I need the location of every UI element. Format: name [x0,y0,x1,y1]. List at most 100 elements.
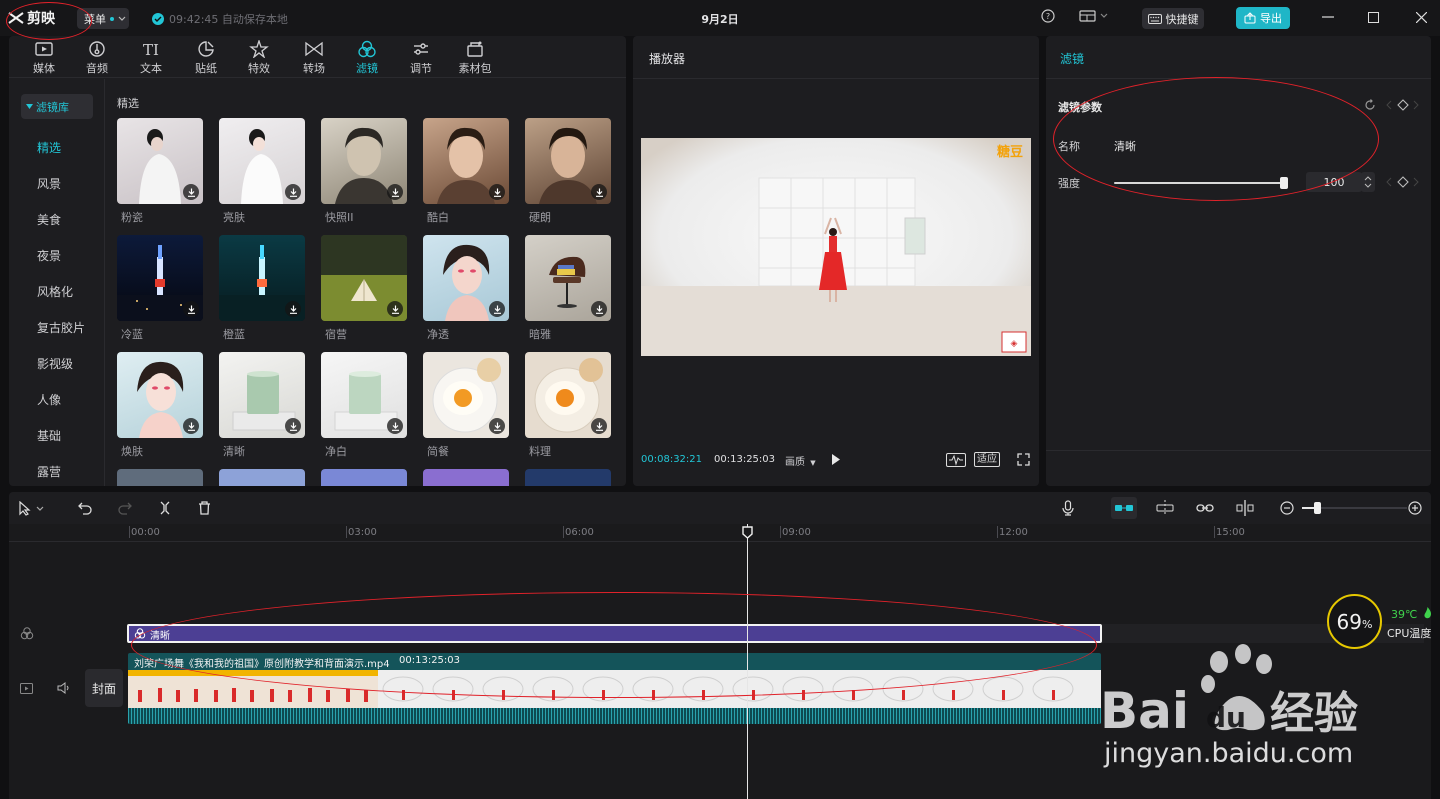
tab-effects[interactable]: 特效 [239,40,279,76]
filter-library-header[interactable]: 滤镜库 [21,94,93,119]
maximize-icon[interactable] [1368,12,1379,23]
download-icon[interactable] [183,184,199,200]
filter-thumbnail[interactable] [423,118,509,204]
next-keyframe-icon[interactable] [1413,177,1419,187]
download-icon[interactable] [387,418,403,434]
zoom-slider-knob[interactable] [1314,502,1321,514]
divider [1046,450,1431,451]
help-icon[interactable]: ? [1041,9,1055,23]
select-tool-icon[interactable] [18,501,48,516]
category-item[interactable]: 美食 [37,211,61,228]
tab-label: 调节 [410,62,432,75]
filter-thumbnail[interactable] [117,235,203,321]
download-icon[interactable] [285,184,301,200]
filter-thumbnail[interactable] [219,235,305,321]
tab-package[interactable]: 素材包 [455,40,495,76]
filter-thumbnail[interactable] [525,235,611,321]
layout-icon[interactable] [1079,9,1109,23]
filter-thumbnail[interactable] [219,352,305,438]
divider [633,78,1039,79]
filter-thumbnail[interactable] [117,352,203,438]
tab-audio[interactable]: 音频 [77,40,117,76]
tab-label: 特效 [248,62,270,75]
filter-thumbnail[interactable] [219,118,305,204]
filter-thumbnail[interactable] [219,469,305,486]
tab-sticker[interactable]: 贴纸 [186,40,226,76]
filter-thumbnail[interactable] [423,235,509,321]
keyframe-icon[interactable] [1397,176,1409,188]
filter-name: 亮肤 [223,211,245,224]
playhead-handle[interactable] [742,526,753,539]
microphone-icon[interactable] [1062,500,1074,516]
close-icon[interactable] [1416,12,1427,23]
undo-icon[interactable] [78,501,92,515]
preview-axis-icon[interactable] [1236,500,1254,516]
category-item[interactable]: 影视级 [37,355,73,372]
keyframe-icon[interactable] [1397,99,1409,111]
split-icon[interactable] [159,501,171,515]
download-icon[interactable] [489,301,505,317]
delete-icon[interactable] [198,501,211,515]
filter-thumbnail[interactable] [321,118,407,204]
filter-thumbnail[interactable] [525,469,611,486]
category-item[interactable]: 基础 [37,427,61,444]
filter-thumbnail[interactable] [321,352,407,438]
category-item[interactable]: 人像 [37,391,61,408]
section-label: 精选 [117,97,139,110]
category-item[interactable]: 风格化 [37,283,73,300]
tab-text[interactable]: TI 文本 [131,40,171,76]
play-icon[interactable] [831,453,841,466]
link-icon[interactable] [1196,501,1214,515]
quality-dropdown[interactable]: 画质 ▼ [785,453,816,468]
filter-thumbnail[interactable] [525,118,611,204]
caret-down-icon [26,103,33,109]
filter-thumbnail[interactable] [321,469,407,486]
download-icon[interactable] [489,184,505,200]
filter-thumbnail[interactable] [525,352,611,438]
filter-thumbnail[interactable] [117,118,203,204]
download-icon[interactable] [489,418,505,434]
next-keyframe-icon[interactable] [1413,100,1419,110]
waveform-icon[interactable] [946,453,966,467]
minimize-icon[interactable] [1322,16,1334,18]
tab-adjust[interactable]: 调节 [401,40,441,76]
speaker-icon[interactable] [57,682,71,694]
video-preview[interactable]: 糖豆 ◈ [641,138,1031,356]
fullscreen-icon[interactable] [1017,453,1030,466]
prev-keyframe-icon[interactable] [1386,177,1392,187]
download-icon[interactable] [591,418,607,434]
cover-button[interactable]: 封面 [85,669,123,707]
filter-thumbnail[interactable] [423,352,509,438]
tab-media[interactable]: 媒体 [24,40,64,76]
download-icon[interactable] [183,301,199,317]
reset-icon[interactable] [1364,99,1376,111]
download-icon[interactable] [591,184,607,200]
category-item[interactable]: 夜景 [37,247,61,264]
zoom-in-icon[interactable] [1408,501,1422,515]
category-item[interactable]: 复古胶片 [37,319,85,336]
prev-keyframe-icon[interactable] [1386,100,1392,110]
download-icon[interactable] [285,301,301,317]
filter-thumbnail[interactable] [423,469,509,486]
tab-transition[interactable]: 转场 [294,40,334,76]
filter-thumbnail[interactable] [321,235,407,321]
panel-title: 滤镜 [1060,52,1085,66]
category-item[interactable]: 精选 [37,139,61,156]
download-icon[interactable] [387,301,403,317]
shortcuts-button[interactable]: 快捷键 [1142,8,1204,29]
tab-filter[interactable]: 滤镜 [347,40,387,76]
download-icon[interactable] [285,418,301,434]
ratio-button[interactable]: 适应 [974,452,1000,467]
download-icon[interactable] [591,301,607,317]
zoom-out-icon[interactable] [1280,501,1294,515]
filter-thumbnail[interactable] [117,469,203,486]
download-icon[interactable] [387,184,403,200]
main-track-magnet-button[interactable] [1111,497,1137,519]
category-item[interactable]: 风景 [37,175,61,192]
intensity-stepper[interactable] [1361,172,1375,192]
download-icon[interactable] [183,418,199,434]
snap-icon[interactable] [1156,500,1174,516]
redo-icon[interactable] [118,501,132,515]
category-item[interactable]: 露营 [37,463,61,480]
export-button[interactable]: 导出 [1236,7,1290,29]
